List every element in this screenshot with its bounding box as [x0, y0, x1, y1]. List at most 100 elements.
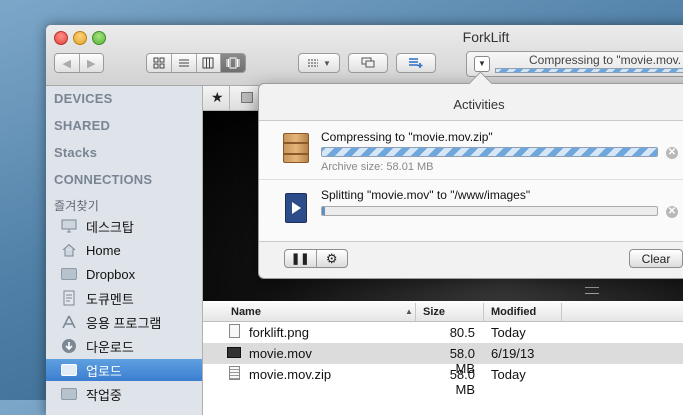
sidebar-header-stacks[interactable]: Stacks [54, 145, 97, 160]
column-header-name[interactable]: Name [231, 306, 261, 318]
clear-button[interactable]: Clear [629, 249, 683, 268]
queue-add-icon [409, 58, 423, 68]
cancel-activity-button[interactable]: ✕ [666, 147, 678, 159]
add-to-queue-button[interactable] [396, 53, 436, 73]
icon-view-button[interactable] [147, 54, 172, 72]
file-name: movie.mov [249, 346, 312, 361]
activity-item: Compressing to "movie.mov.zip" Archive s… [259, 121, 683, 180]
activity-subtitle: Archive size: 58.01 MB [321, 161, 434, 173]
movie-file-icon [285, 193, 307, 223]
progress-fill [322, 148, 657, 156]
file-list-header: Name ▲ Size Modified [203, 303, 683, 322]
sidebar-item-dropbox[interactable]: Dropbox [46, 263, 202, 285]
activity-controls: ❚❚ ⚙ [284, 249, 348, 268]
activity-status-text: Compressing to "movie.mov. [529, 53, 682, 67]
archive-box-icon [283, 133, 309, 163]
folder-icon [60, 362, 78, 378]
coverflow-view-button[interactable] [221, 54, 245, 72]
sidebar-header-shared[interactable]: SHARED [54, 118, 110, 133]
column-divider [483, 303, 484, 321]
sidebar-item-label: 다운로드 [86, 339, 134, 355]
activities-list: Compressing to "movie.mov.zip" Archive s… [259, 120, 683, 242]
gear-icon: ⚙ [325, 250, 338, 266]
activities-title: Activities [453, 97, 505, 112]
close-icon: ✕ [667, 147, 677, 158]
view-mode-control [146, 53, 246, 73]
close-icon: ✕ [667, 206, 677, 217]
column-divider [561, 303, 562, 321]
folder-icon [60, 266, 78, 282]
activity-progress-bar [321, 206, 658, 216]
column-divider [415, 303, 416, 321]
sidebar-header-favorites: 즐겨찾기 [54, 199, 99, 213]
file-modified: 6/19/13 [491, 346, 535, 361]
cancel-activity-button[interactable]: ✕ [666, 206, 678, 218]
file-modified: Today [491, 325, 526, 340]
chevron-down-icon: ▼ [478, 59, 486, 68]
column-header-size[interactable]: Size [423, 306, 445, 318]
table-row[interactable]: movie.mov.zip 58.0 MB Today [203, 364, 683, 397]
back-button[interactable]: ◀ [55, 54, 80, 72]
documents-icon [60, 290, 78, 306]
network-icon [361, 57, 375, 68]
activity-toggle-button[interactable]: ▼ [474, 56, 490, 72]
chevron-down-icon: ▼ [323, 58, 331, 68]
sidebar-item-label: 데스크탑 [86, 219, 134, 235]
window-title: ForkLift [462, 29, 510, 45]
file-name: movie.mov.zip [249, 367, 332, 382]
table-row[interactable]: forklift.png 80.5 KB Today [203, 322, 683, 355]
column-view-button[interactable] [196, 54, 222, 72]
list-view-button[interactable] [171, 54, 197, 72]
home-icon [60, 242, 78, 258]
sidebar-item-desktop[interactable]: 데스크탑 [46, 215, 202, 237]
drive-icon[interactable] [241, 92, 253, 103]
zip-file-icon [229, 366, 240, 380]
sidebar-header-devices[interactable]: DEVICES [54, 91, 112, 106]
connect-button[interactable] [348, 53, 388, 73]
titlebar: ForkLift ◀ ▶ ▼ ▼ Compressing to "movie.m… [46, 25, 683, 86]
arrange-icon [308, 59, 319, 67]
downloads-icon [60, 338, 78, 354]
sidebar-item-label: Dropbox [86, 266, 136, 282]
activity-indicator[interactable]: ▼ Compressing to "movie.mov. [466, 51, 683, 77]
settings-button[interactable]: ⚙ [317, 250, 348, 267]
sidebar-item-documents[interactable]: 도큐멘트 [46, 287, 202, 309]
file-modified: Today [491, 367, 526, 382]
sidebar-item-in-progress[interactable]: 작업중 [46, 383, 202, 405]
pause-button[interactable]: ❚❚ [285, 250, 317, 267]
resize-handle-icon[interactable] [585, 287, 599, 294]
movie-file-icon [227, 347, 241, 358]
pause-icon: ❚❚ [291, 253, 310, 265]
sidebar-header-connections[interactable]: CONNECTIONS [54, 172, 152, 187]
arrange-menu-button[interactable]: ▼ [298, 53, 340, 73]
sidebar-item-label: 도큐멘트 [86, 291, 134, 307]
table-row[interactable]: movie.mov 58.0 MB 6/19/13 [203, 343, 683, 376]
sidebar-item-label: 업로드 [86, 363, 122, 379]
progress-fill [322, 207, 326, 215]
list-icon [178, 59, 189, 67]
sort-ascending-icon: ▲ [405, 307, 413, 316]
activities-popover: Activities Compressing to "movie.mov.zip… [258, 71, 683, 279]
favorites-star-icon[interactable]: ★ [211, 89, 224, 106]
sidebar-item-applications[interactable]: 응용 프로그램 [46, 311, 202, 333]
sidebar-item-label: 작업중 [86, 387, 122, 403]
activity-title: Compressing to "movie.mov.zip" [321, 130, 493, 144]
file-size: 58.0 MB [449, 367, 475, 397]
column-header-modified[interactable]: Modified [491, 306, 536, 318]
back-forward-control: ◀ ▶ [54, 53, 104, 73]
forward-button[interactable]: ▶ [79, 54, 103, 72]
applications-icon [60, 314, 78, 330]
desktop-icon [60, 218, 78, 234]
activity-item: Splitting "movie.mov" to "/www/images" ✕ [259, 179, 683, 239]
path-separator-icon [229, 86, 230, 110]
sidebar-item-home[interactable]: Home [46, 239, 202, 261]
file-name: forklift.png [249, 325, 309, 340]
sidebar-item-label: 응용 프로그램 [86, 315, 162, 331]
activity-mini-progress [495, 68, 683, 73]
sidebar-item-uploads[interactable]: 업로드 [46, 359, 202, 381]
grid-icon [153, 57, 165, 69]
sidebar-item-downloads[interactable]: 다운로드 [46, 335, 202, 357]
sidebar: DEVICES SHARED Stacks CONNECTIONS 즐겨찾기 데… [46, 86, 203, 415]
png-file-icon [229, 324, 240, 338]
sidebar-item-label: Home [86, 242, 121, 258]
